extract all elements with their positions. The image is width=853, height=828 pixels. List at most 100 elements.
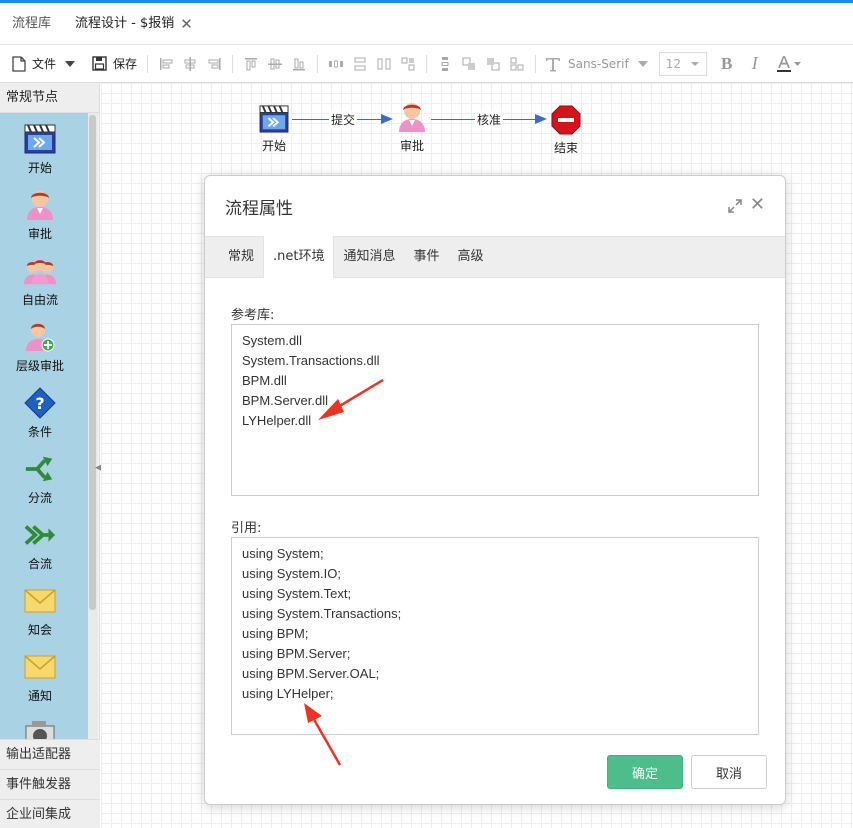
font-family-select[interactable]: Sans-Serif <box>544 55 651 73</box>
chevron-down-icon <box>690 61 699 66</box>
tab-process-library[interactable]: 流程库 <box>0 3 63 45</box>
tab-notify-message[interactable]: 通知消息 <box>334 236 404 277</box>
node-label: 结束 <box>553 141 578 155</box>
toolbar-divider <box>147 54 149 73</box>
using-line: using System.Transactions; <box>242 606 402 621</box>
references-textarea[interactable]: System.dll System.Transactions.dll BPM.d… <box>231 324 759 496</box>
node-label: 开始 <box>261 139 286 153</box>
merge-arrow-icon <box>24 519 56 551</box>
palette-list: 开始 审批 自由流 层级审批 ? 条件 分流 合流 知会 通知 <box>0 113 88 739</box>
close-icon[interactable]: ✕ <box>180 3 193 45</box>
cancel-button[interactable]: 取消 <box>691 755 767 789</box>
save-icon <box>92 56 107 71</box>
tab-process-design[interactable]: 流程设计 - $报销 ✕ <box>63 3 205 45</box>
using-line: using System.Text; <box>242 586 352 601</box>
user-add-icon <box>24 321 56 353</box>
palette-item-label: 自由流 <box>21 293 58 307</box>
user-approve-icon <box>24 189 56 221</box>
bring-front-icon[interactable] <box>459 54 479 74</box>
palette-item-condition[interactable]: ? 条件 <box>0 377 80 443</box>
distribute-vertical-icon[interactable] <box>435 54 455 74</box>
chevron-down-icon <box>637 60 648 67</box>
file-menu-label: 文件 <box>32 57 57 71</box>
flow-node-end[interactable]: 结束 <box>551 105 581 156</box>
palette-item-label: 分流 <box>27 491 52 505</box>
sidebar-section-event-trigger[interactable]: 事件触发器 <box>0 769 100 799</box>
align-center-icon[interactable] <box>180 54 200 74</box>
font-size-value: 12 <box>665 56 681 71</box>
palette-item-label: 层级审批 <box>15 359 64 373</box>
tab-general[interactable]: 常规 <box>219 236 263 277</box>
palette-item-notify[interactable]: 通知 <box>0 641 80 707</box>
same-height-icon[interactable] <box>374 54 394 74</box>
flow-node-approve[interactable]: 审批 <box>397 101 427 154</box>
sidebar-section-output-adapter[interactable]: 输出适配器 <box>0 739 100 769</box>
usings-textarea[interactable]: using System; using System.IO; using Sys… <box>231 537 759 735</box>
toolbar-divider <box>426 54 428 73</box>
palette-item-label: 知会 <box>27 623 52 637</box>
tab-advanced[interactable]: 高级 <box>449 236 493 277</box>
using-line: using System; <box>242 546 324 561</box>
using-line: using LYHelper; <box>242 686 334 701</box>
reference-line: LYHelper.dll <box>242 413 312 428</box>
toolbar-divider <box>232 54 234 73</box>
align-left-icon[interactable] <box>156 54 176 74</box>
palette-item-start[interactable]: 开始 <box>0 113 80 179</box>
same-width-icon[interactable] <box>350 54 370 74</box>
palette-item-merge[interactable]: 合流 <box>0 509 80 575</box>
italic-icon[interactable]: I <box>745 53 765 74</box>
save-label: 保存 <box>113 57 138 71</box>
sidebar-scrollbar[interactable] <box>88 113 98 739</box>
using-line: using BPM; <box>242 626 309 641</box>
same-size-icon[interactable] <box>398 54 418 74</box>
split-arrow-icon <box>24 453 56 485</box>
send-back-icon[interactable] <box>483 54 503 74</box>
tab-label: 流程库 <box>12 15 52 31</box>
node-label: 审批 <box>399 139 424 153</box>
palette-item-split[interactable]: 分流 <box>0 443 80 509</box>
save-button[interactable]: 保存 <box>88 50 141 78</box>
toolbar-divider <box>317 54 319 73</box>
font-size-select[interactable]: 12 <box>658 51 707 76</box>
using-line: using BPM.Server; <box>242 646 351 661</box>
ok-button[interactable]: 确定 <box>607 755 683 789</box>
align-right-icon[interactable] <box>204 54 224 74</box>
text-icon <box>546 57 561 71</box>
dialog-tabs: 常规 .net环境 通知消息 事件 高级 <box>205 236 785 278</box>
using-line: using System.IO; <box>242 566 341 581</box>
file-menu-button[interactable]: 文件 <box>8 50 82 78</box>
stop-icon <box>551 105 581 135</box>
align-middle-icon[interactable] <box>265 54 285 74</box>
expand-icon[interactable] <box>727 198 743 214</box>
scrollbar-thumb[interactable] <box>89 115 96 610</box>
palette-item-approve[interactable]: 审批 <box>0 179 80 245</box>
font-color-icon[interactable] <box>775 54 803 74</box>
close-icon[interactable]: ✕ <box>750 194 765 215</box>
distribute-horizontal-icon[interactable] <box>326 54 346 74</box>
align-top-icon[interactable] <box>241 54 261 74</box>
flow-node-start[interactable]: 开始 <box>258 105 290 154</box>
palette-item-label: 条件 <box>27 425 52 439</box>
film-start-icon <box>24 123 56 155</box>
sidebar-section-b2b-integration[interactable]: 企业间集成 <box>0 799 100 828</box>
palette-item-freeflow[interactable]: 自由流 <box>0 245 80 311</box>
camera-icon <box>24 717 56 739</box>
node-palette-sidebar: 常规节点 开始 审批 自由流 层级审批 ? 条件 分流 合流 知会 通知 ◀ 输… <box>0 83 102 828</box>
question-diamond-icon: ? <box>24 387 56 419</box>
tab-events[interactable]: 事件 <box>405 236 449 277</box>
tab-dotnet-env[interactable]: .net环境 <box>263 236 335 278</box>
sidebar-title[interactable]: 常规节点 <box>0 83 99 113</box>
reference-line: System.Transactions.dll <box>242 353 380 368</box>
align-bottom-icon[interactable] <box>289 54 309 74</box>
user-approve-icon <box>399 103 425 132</box>
mail-icon <box>24 585 56 617</box>
link-label[interactable]: 核准 <box>475 111 504 128</box>
palette-item-inform[interactable]: 知会 <box>0 575 80 641</box>
palette-item-more[interactable] <box>0 707 80 739</box>
palette-item-level-approve[interactable]: 层级审批 <box>0 311 80 377</box>
bold-icon[interactable]: B <box>717 54 737 74</box>
group-icon[interactable] <box>507 54 527 74</box>
reference-line: System.dll <box>242 333 302 348</box>
users-group-icon <box>24 255 56 287</box>
link-label[interactable]: 提交 <box>329 111 358 128</box>
